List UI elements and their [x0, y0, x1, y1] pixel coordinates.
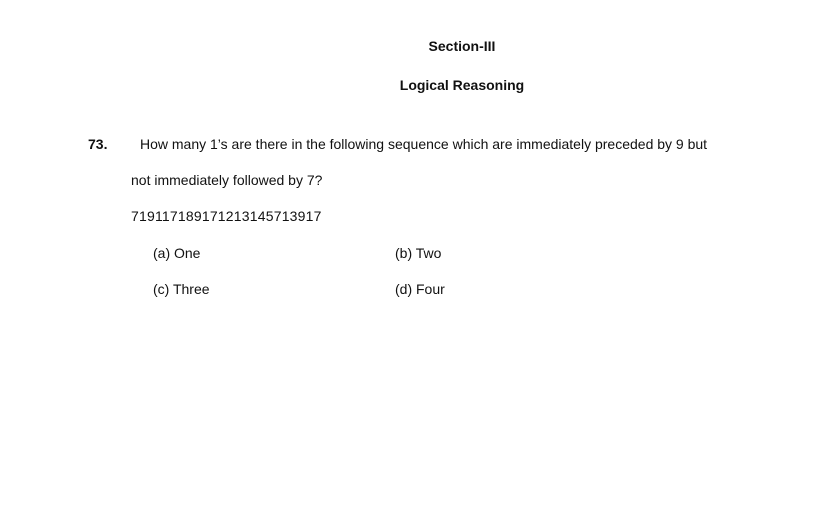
section-title: Section-III	[428, 38, 496, 54]
option-d[interactable]: (d) Four	[395, 281, 445, 297]
number-sequence: 719117189171213145713917	[131, 208, 322, 224]
subject-title: Logical Reasoning	[399, 77, 525, 93]
option-b[interactable]: (b) Two	[395, 245, 441, 261]
question-text-line-1: How many 1’s are there in the following …	[140, 136, 708, 152]
question-number: 73.	[88, 136, 108, 152]
document-page: Section-III Logical Reasoning 73. How ma…	[0, 0, 840, 506]
option-a[interactable]: (a) One	[153, 245, 200, 261]
question-text-line-2: not immediately followed by 7?	[131, 172, 323, 188]
option-c[interactable]: (c) Three	[153, 281, 210, 297]
